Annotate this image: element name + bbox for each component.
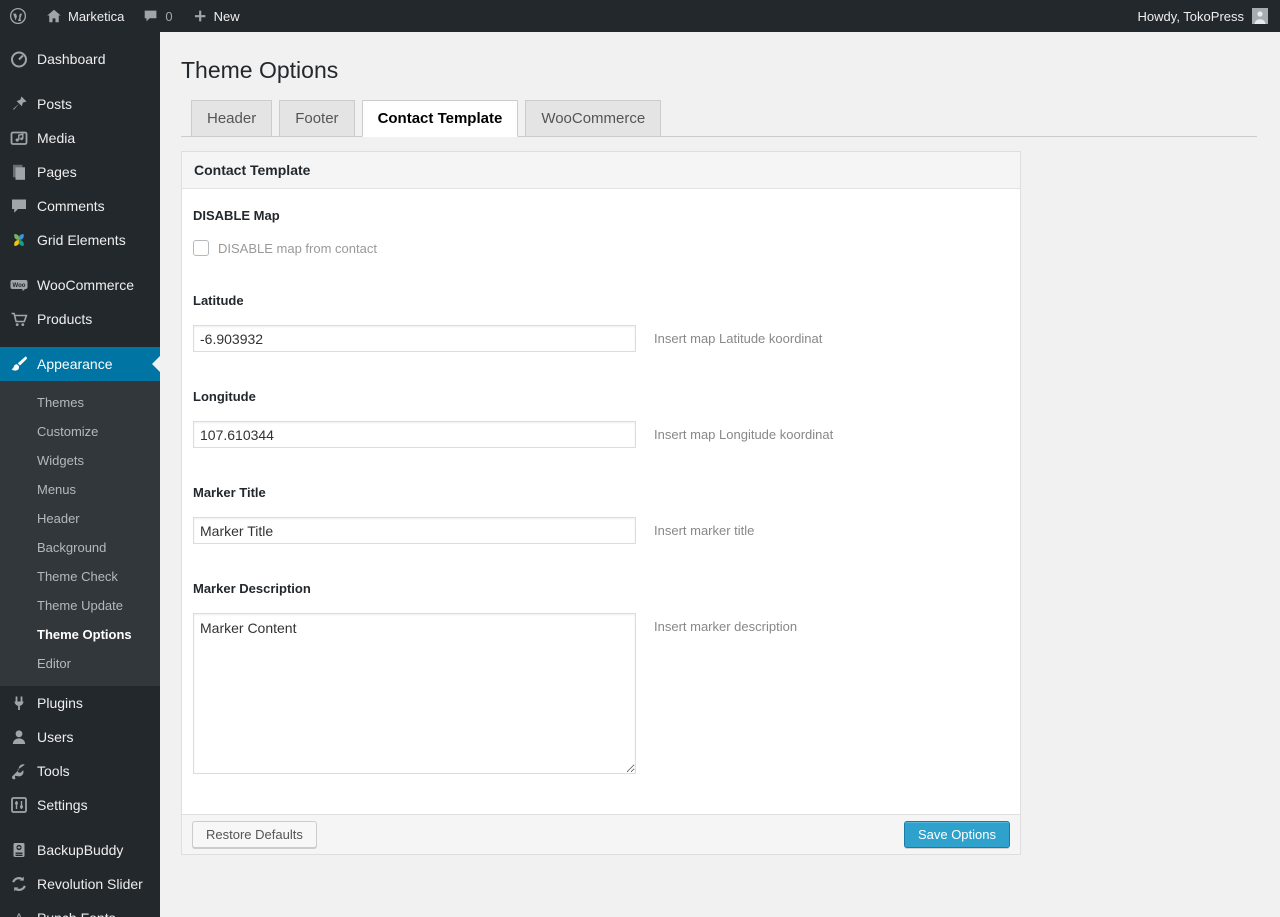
settings-icon [9,795,29,815]
submenu-item-menus[interactable]: Menus [0,475,160,504]
submenu-item-theme-update[interactable]: Theme Update [0,591,160,620]
submenu-item-theme-check[interactable]: Theme Check [0,562,160,591]
restore-defaults-button[interactable]: Restore Defaults [192,821,317,848]
sidebar-item-grid-elements[interactable]: Grid Elements [0,223,160,257]
pushpin-icon [9,94,29,114]
tab-contact-template[interactable]: Contact Template [361,100,519,137]
marker-title-row: Marker Title Insert marker title [193,485,1008,544]
sidebar-item-woocommerce[interactable]: Woo WooCommerce [0,268,160,302]
svg-text:Woo: Woo [13,283,26,289]
contact-template-panel: Contact Template DISABLE Map DISABLE map… [181,151,1021,855]
submenu-item-theme-options[interactable]: Theme Options [0,620,160,649]
appearance-submenu: Themes Customize Widgets Menus Header Ba… [0,381,160,686]
latitude-row: Latitude Insert map Latitude koordinat [193,293,1008,352]
disable-map-row: DISABLE Map DISABLE map from contact [193,208,1008,256]
marker-description-label: Marker Description [193,581,311,596]
marker-title-hint: Insert marker title [654,523,755,538]
sidebar-item-users[interactable]: Users [0,720,160,754]
page-title: Theme Options [181,57,339,83]
marker-title-label: Marker Title [193,485,266,500]
grid-elements-icon [9,230,29,250]
howdy-account-link[interactable]: Howdy, TokoPress [1138,9,1244,24]
sidebar-item-media[interactable]: Media [0,121,160,155]
refresh-icon [9,874,29,894]
dashboard-icon [9,49,29,69]
paintbrush-icon [9,354,29,374]
sidebar-item-backupbuddy[interactable]: BackupBuddy [0,833,160,867]
sidebar-item-appearance[interactable]: Appearance [0,347,160,381]
latitude-input[interactable] [193,325,636,352]
admin-menu: Dashboard Posts Media Pages Comments Gri… [0,32,160,917]
media-icon [9,128,29,148]
disable-map-checkbox[interactable] [193,240,209,256]
admin-bar: Marketica 0 New Howdy, TokoPress [0,0,1280,32]
sidebar-item-products[interactable]: Products [0,302,160,336]
comments-shortcut[interactable]: 0 [133,0,181,32]
wordpress-logo-menu[interactable] [0,0,36,32]
active-menu-arrow [152,356,160,372]
tab-woocommerce[interactable]: WooCommerce [525,100,662,137]
submenu-item-widgets[interactable]: Widgets [0,446,160,475]
sidebar-item-punch-fonts[interactable]: A Punch Fonts [0,901,160,917]
longitude-label: Longitude [193,389,256,404]
tab-bar: Header Footer Contact Template WooCommer… [181,100,1257,137]
sidebar-item-comments[interactable]: Comments [0,189,160,223]
wordpress-logo-icon [9,7,27,25]
marker-description-hint: Insert marker description [654,619,798,634]
sidebar-item-dashboard[interactable]: Dashboard [0,42,160,76]
site-name: Marketica [68,8,125,24]
sidebar-item-settings[interactable]: Settings [0,788,160,822]
submenu-item-background[interactable]: Background [0,533,160,562]
plus-icon [191,7,209,25]
marker-title-input[interactable] [193,517,636,544]
site-name-link[interactable]: Marketica [36,0,133,32]
letter-a-icon: A [9,908,29,917]
cart-icon [9,309,29,329]
latitude-label: Latitude [193,293,244,308]
avatar[interactable] [1252,8,1268,24]
panel-footer: Restore Defaults Save Options [182,814,1020,854]
backup-icon [9,840,29,860]
longitude-hint: Insert map Longitude koordinat [654,427,834,442]
disable-map-label: DISABLE Map [193,208,280,223]
sidebar-item-plugins[interactable]: Plugins [0,686,160,720]
comment-bubble-icon [142,7,160,25]
submenu-item-themes[interactable]: Themes [0,388,160,417]
svg-text:A: A [15,911,24,917]
save-options-button[interactable]: Save Options [903,821,1010,848]
plugin-icon [9,693,29,713]
home-icon [45,7,63,25]
wrench-icon [9,761,29,781]
tab-header[interactable]: Header [191,100,273,137]
marker-description-row: Marker Description Marker Content Insert… [193,581,1008,774]
pages-icon [9,162,29,182]
comments-icon [9,196,29,216]
marker-description-textarea[interactable]: Marker Content [193,613,636,774]
panel-title: Contact Template [182,152,1020,189]
woocommerce-icon: Woo [9,275,29,295]
user-icon [9,727,29,747]
main-content: Theme Options Header Footer Contact Temp… [160,0,1280,917]
comments-count: 0 [165,8,173,24]
submenu-item-customize[interactable]: Customize [0,417,160,446]
longitude-row: Longitude Insert map Longitude koordinat [193,389,1008,448]
longitude-input[interactable] [193,421,636,448]
submenu-item-editor[interactable]: Editor [0,649,160,678]
sidebar-item-posts[interactable]: Posts [0,87,160,121]
sidebar-item-pages[interactable]: Pages [0,155,160,189]
new-label: New [213,8,240,24]
latitude-hint: Insert map Latitude koordinat [654,331,823,346]
tab-footer[interactable]: Footer [279,100,355,137]
sidebar-item-revolution-slider[interactable]: Revolution Slider [0,867,160,901]
submenu-item-header[interactable]: Header [0,504,160,533]
new-content-menu[interactable]: New [182,0,249,32]
sidebar-item-tools[interactable]: Tools [0,754,160,788]
disable-map-checkbox-label: DISABLE map from contact [218,240,377,256]
